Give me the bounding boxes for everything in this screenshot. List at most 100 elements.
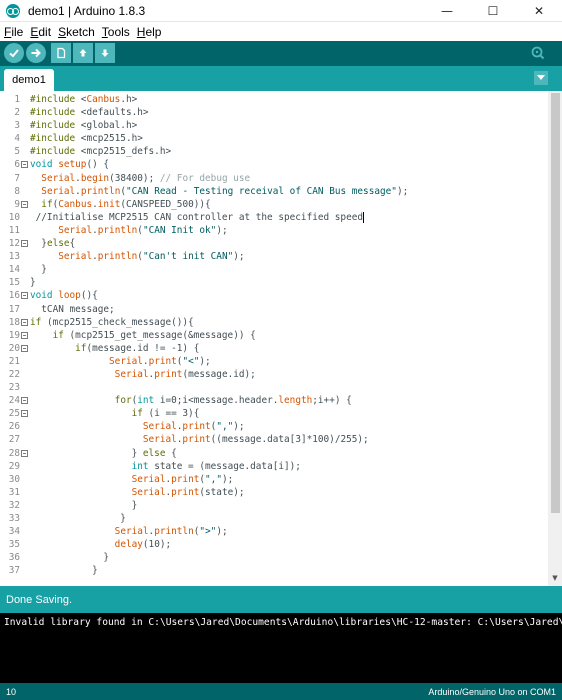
close-button[interactable]: ✕	[516, 0, 562, 22]
code-token: (38400);	[109, 172, 160, 184]
code-line[interactable]: 27 Serial.print((message.data[3]*100)/25…	[0, 433, 548, 446]
save-button[interactable]	[95, 43, 115, 63]
code-line[interactable]: 31 Serial.print(state);	[0, 486, 548, 499]
code-token: if	[75, 342, 87, 354]
code-line[interactable]: 22 Serial.print(message.id);	[0, 368, 548, 381]
code-line[interactable]: 26 Serial.print(",");	[0, 420, 548, 433]
code-line[interactable]: 37 }	[0, 564, 548, 577]
fold-toggle-icon[interactable]	[21, 200, 28, 208]
tab-demo1[interactable]: demo1	[4, 69, 54, 91]
code-line[interactable]: 36 }	[0, 551, 548, 564]
line-number: 33	[8, 513, 20, 524]
serial-monitor-button[interactable]	[528, 43, 548, 63]
menu-edit[interactable]: Edit	[30, 25, 51, 39]
vertical-scrollbar[interactable]: ▼	[548, 91, 562, 586]
code-line[interactable]: 13 Serial.println("Can't init CAN");	[0, 250, 548, 263]
menu-file[interactable]: File	[4, 25, 23, 39]
code-line[interactable]: 30 Serial.print(",");	[0, 473, 548, 486]
code-line[interactable]: 16 void loop(){	[0, 289, 548, 302]
open-button[interactable]	[73, 43, 93, 63]
scrollbar-thumb[interactable]	[551, 93, 560, 513]
code-token: Serial	[109, 355, 143, 367]
minimize-button[interactable]: —	[424, 0, 470, 22]
code-text: int state = (message.data[i]);	[30, 460, 301, 473]
verify-button[interactable]	[4, 43, 24, 63]
code-text: void loop(){	[30, 289, 98, 302]
menu-sketch[interactable]: Sketch	[58, 25, 95, 39]
code-line[interactable]: 28 } else {	[0, 447, 548, 460]
code-area[interactable]: 1 #include <Canbus.h> 2 #include <defaults.…	[0, 93, 548, 577]
code-line[interactable]: 15}	[0, 276, 548, 289]
console-line: Invalid library found in C:\Users\Jared\…	[4, 617, 562, 628]
console-output[interactable]: Invalid library found in C:\Users\Jared\…	[0, 613, 562, 683]
code-line[interactable]: 21 Serial.print("<");	[0, 355, 548, 368]
code-line[interactable]: 14 }	[0, 263, 548, 276]
code-text: Serial.println("Can't init CAN");	[30, 250, 244, 263]
code-line[interactable]: 33 }	[0, 512, 548, 525]
code-text: Serial.print(state);	[30, 486, 245, 499]
menu-file-label: ile	[11, 24, 24, 39]
code-line[interactable]: 29 int state = (message.data[i]);	[0, 460, 548, 473]
line-number: 23	[8, 382, 20, 394]
code-line[interactable]: 10 //Initialise MCP2515 CAN controller a…	[0, 211, 548, 224]
code-token: }	[30, 552, 110, 564]
code-token: #include	[30, 94, 76, 105]
fold-toggle-icon[interactable]	[21, 410, 28, 418]
code-line[interactable]: 19 if (mcp2515_get_message(&message)) {	[0, 329, 548, 342]
code-line[interactable]: 7 Serial.begin(38400); // For debug use	[0, 172, 548, 185]
code-token: print	[182, 421, 211, 433]
code-line[interactable]: 17 tCAN message;	[0, 303, 548, 316]
code-line[interactable]: 32 }	[0, 499, 548, 512]
code-line[interactable]: 12 }else{	[0, 237, 548, 250]
code-line[interactable]: 25 if (i == 3){	[0, 407, 548, 420]
fold-toggle-icon[interactable]	[21, 344, 28, 352]
code-line[interactable]: 18 if (mcp2515_check_message()){	[0, 316, 548, 329]
code-line[interactable]: 34 Serial.println(">");	[0, 525, 548, 538]
code-line[interactable]: 23	[0, 381, 548, 394]
code-line[interactable]: 24 for(int i=0;i<message.header.length;i…	[0, 394, 548, 407]
fold-toggle-icon[interactable]	[21, 397, 28, 405]
code-line[interactable]: 20 if(message.id != -1) {	[0, 342, 548, 355]
title-bar: demo1 | Arduino 1.8.3 — ☐ ✕	[0, 0, 562, 22]
menu-tools[interactable]: Tools	[102, 25, 130, 39]
fold-toggle-icon[interactable]	[21, 318, 28, 326]
code-line[interactable]: 9 if(Canbus.init(CANSPEED_500)){	[0, 198, 548, 211]
code-token: Serial	[131, 473, 166, 485]
footer-line-number: 10	[6, 686, 17, 697]
fold-toggle-icon[interactable]	[21, 449, 28, 457]
line-number: 35	[8, 539, 20, 551]
save-icon	[101, 49, 109, 57]
code-line[interactable]: 5 #include <mcp2515_defs.h>	[0, 145, 548, 158]
fold-toggle-icon[interactable]	[21, 331, 28, 339]
tab-menu-button[interactable]	[534, 71, 548, 85]
menu-help[interactable]: Help	[137, 25, 162, 39]
code-line[interactable]: 11 Serial.println("CAN Init ok");	[0, 224, 548, 237]
fold-toggle-icon[interactable]	[21, 240, 28, 248]
maximize-button[interactable]: ☐	[470, 0, 516, 22]
fold-toggle-icon[interactable]	[21, 161, 28, 169]
code-token: (mcp2515_check_message()){	[41, 316, 194, 328]
code-token: }	[30, 238, 47, 250]
code-line[interactable]: 2 #include <defaults.h>	[0, 106, 548, 119]
code-line[interactable]: 35 delay(10);	[0, 538, 548, 551]
code-line[interactable]: 8 Serial.println("CAN Read - Testing rec…	[0, 185, 548, 198]
code-line[interactable]: 3 #include <global.h>	[0, 119, 548, 132]
menu-bar: File Edit Sketch Tools Help	[0, 22, 562, 41]
footer-bar: 10 Arduino/Genuino Uno on COM1	[0, 683, 562, 700]
code-editor[interactable]: 1 #include <Canbus.h> 2 #include <defaults.…	[0, 91, 562, 586]
code-line[interactable]: 1 #include <Canbus.h>	[0, 93, 548, 106]
upload-button[interactable]	[26, 43, 46, 63]
fold-toggle-icon[interactable]	[21, 292, 28, 300]
code-token: if	[30, 316, 42, 328]
line-number: 36	[8, 552, 20, 564]
code-line[interactable]: 6 void setup() {	[0, 158, 548, 171]
code-token: );	[216, 526, 228, 538]
code-line[interactable]: 4 #include <mcp2515.h>	[0, 132, 548, 145]
code-token: {	[69, 238, 76, 250]
new-button[interactable]	[51, 43, 71, 63]
code-token: Serial	[142, 421, 177, 433]
scroll-down-icon[interactable]: ▼	[550, 574, 560, 582]
code-text: Serial.println("CAN Read - Testing recei…	[30, 185, 408, 198]
